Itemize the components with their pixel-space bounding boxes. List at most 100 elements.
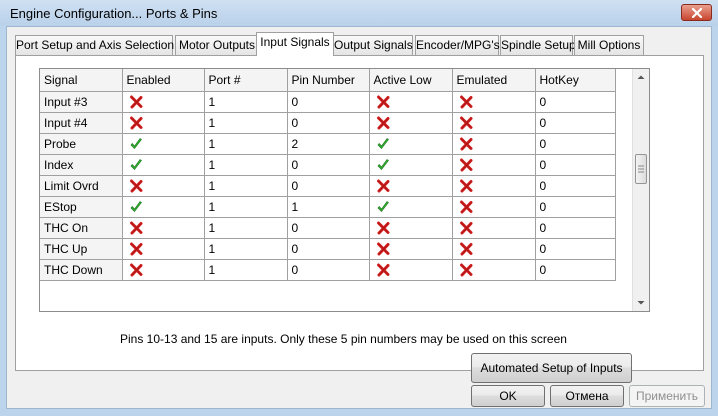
red-cross-icon (129, 242, 143, 256)
col-header-port[interactable]: Port # (204, 69, 288, 92)
scroll-up-button[interactable] (633, 69, 649, 86)
pin-number-cell[interactable]: 0 (287, 217, 370, 239)
signal-cell[interactable]: EStop (40, 196, 123, 218)
col-header-active-low[interactable]: Active Low (369, 69, 453, 92)
tab-motor-outputs[interactable]: Motor Outputs (175, 35, 259, 55)
signal-cell[interactable]: THC On (40, 217, 123, 239)
active-low-cell[interactable] (369, 154, 453, 176)
table-row[interactable]: EStop 1 1 0 (40, 196, 616, 218)
title-bar[interactable]: Engine Configuration... Ports & Pins (0, 0, 718, 26)
arrow-up-icon (637, 75, 645, 79)
port-cell[interactable]: 1 (204, 133, 288, 155)
port-cell[interactable]: 1 (204, 238, 288, 260)
col-header-hotkey[interactable]: HotKey (535, 69, 616, 92)
emulated-cell[interactable] (452, 175, 536, 197)
active-low-cell[interactable] (369, 133, 453, 155)
emulated-cell[interactable] (452, 112, 536, 134)
col-header-emulated[interactable]: Emulated (452, 69, 536, 92)
port-cell[interactable]: 1 (204, 112, 288, 134)
table-row[interactable]: THC Down 1 0 0 (40, 259, 616, 281)
port-cell[interactable]: 1 (204, 259, 288, 281)
signal-cell[interactable]: THC Down (40, 259, 123, 281)
red-cross-icon (376, 179, 390, 193)
port-cell[interactable]: 1 (204, 196, 288, 218)
hotkey-cell[interactable]: 0 (535, 238, 616, 260)
enabled-cell[interactable] (122, 133, 205, 155)
enabled-cell[interactable] (122, 112, 205, 134)
signal-cell[interactable]: Input #3 (40, 91, 123, 113)
hotkey-cell[interactable]: 0 (535, 133, 616, 155)
enabled-cell[interactable] (122, 175, 205, 197)
hotkey-cell[interactable]: 0 (535, 154, 616, 176)
emulated-cell[interactable] (452, 196, 536, 218)
hotkey-cell[interactable]: 0 (535, 217, 616, 239)
signal-cell[interactable]: THC Up (40, 238, 123, 260)
table-row[interactable]: Input #4 1 0 0 (40, 112, 616, 134)
hotkey-cell[interactable]: 0 (535, 112, 616, 134)
emulated-cell[interactable] (452, 238, 536, 260)
tab-encoder-mpgs[interactable]: Encoder/MPG's (415, 35, 500, 55)
pin-number-cell[interactable]: 0 (287, 91, 370, 113)
emulated-cell[interactable] (452, 217, 536, 239)
hotkey-cell[interactable]: 0 (535, 91, 616, 113)
table-row[interactable]: Probe 1 2 0 (40, 133, 616, 155)
emulated-cell[interactable] (452, 259, 536, 281)
emulated-cell[interactable] (452, 154, 536, 176)
vertical-scrollbar[interactable] (632, 69, 649, 311)
tab-input-signals[interactable]: Input Signals (256, 32, 334, 56)
enabled-cell[interactable] (122, 238, 205, 260)
cancel-button[interactable]: Отмена (550, 385, 624, 407)
active-low-cell[interactable] (369, 238, 453, 260)
pin-number-cell[interactable]: 0 (287, 154, 370, 176)
signal-cell[interactable]: Input #4 (40, 112, 123, 134)
col-header-pin-number[interactable]: Pin Number (287, 69, 370, 92)
pin-number-cell[interactable]: 0 (287, 238, 370, 260)
red-cross-icon (376, 116, 390, 130)
ok-button[interactable]: OK (471, 385, 545, 407)
hotkey-cell[interactable]: 0 (535, 259, 616, 281)
active-low-cell[interactable] (369, 91, 453, 113)
table-row[interactable]: Input #3 1 0 0 (40, 91, 616, 113)
active-low-cell[interactable] (369, 112, 453, 134)
scroll-down-button[interactable] (633, 294, 649, 311)
pin-number-cell[interactable]: 0 (287, 112, 370, 134)
enabled-cell[interactable] (122, 91, 205, 113)
apply-button[interactable]: Применить (629, 385, 705, 407)
tab-port-setup[interactable]: Port Setup and Axis Selection (15, 35, 174, 55)
table-row[interactable]: Limit Ovrd 1 0 0 (40, 175, 616, 197)
enabled-cell[interactable] (122, 196, 205, 218)
tab-mill-options[interactable]: Mill Options (574, 35, 644, 55)
signal-cell[interactable]: Index (40, 154, 123, 176)
hotkey-cell[interactable]: 0 (535, 196, 616, 218)
active-low-cell[interactable] (369, 175, 453, 197)
enabled-cell[interactable] (122, 217, 205, 239)
pin-number-cell[interactable]: 2 (287, 133, 370, 155)
pin-number-cell[interactable]: 0 (287, 259, 370, 281)
enabled-cell[interactable] (122, 259, 205, 281)
automated-setup-button[interactable]: Automated Setup of Inputs (471, 353, 632, 383)
signal-cell[interactable]: Probe (40, 133, 123, 155)
table-row[interactable]: THC Up 1 0 0 (40, 238, 616, 260)
pin-number-cell[interactable]: 0 (287, 175, 370, 197)
pin-number-cell[interactable]: 1 (287, 196, 370, 218)
close-button[interactable] (681, 4, 712, 21)
active-low-cell[interactable] (369, 196, 453, 218)
port-cell[interactable]: 1 (204, 154, 288, 176)
enabled-cell[interactable] (122, 154, 205, 176)
col-header-enabled[interactable]: Enabled (122, 69, 205, 92)
port-cell[interactable]: 1 (204, 91, 288, 113)
active-low-cell[interactable] (369, 217, 453, 239)
table-row[interactable]: THC On 1 0 0 (40, 217, 616, 239)
emulated-cell[interactable] (452, 133, 536, 155)
active-low-cell[interactable] (369, 259, 453, 281)
tab-spindle-setup[interactable]: Spindle Setup (500, 35, 576, 55)
tab-output-signals[interactable]: Output Signals (333, 35, 413, 55)
table-row[interactable]: Index 1 0 0 (40, 154, 616, 176)
port-cell[interactable]: 1 (204, 175, 288, 197)
emulated-cell[interactable] (452, 91, 536, 113)
hotkey-cell[interactable]: 0 (535, 175, 616, 197)
scroll-thumb[interactable] (635, 154, 647, 184)
signal-cell[interactable]: Limit Ovrd (40, 175, 123, 197)
col-header-signal[interactable]: Signal (40, 69, 123, 92)
port-cell[interactable]: 1 (204, 217, 288, 239)
